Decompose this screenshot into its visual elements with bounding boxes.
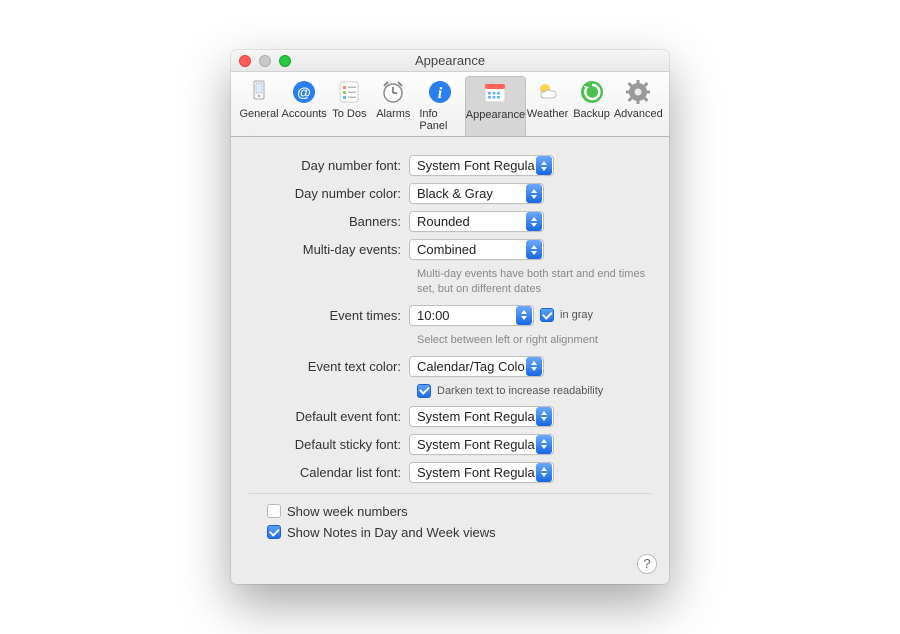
in-gray-checkbox-row[interactable]: in gray xyxy=(540,308,593,322)
show-week-numbers-label: Show week numbers xyxy=(287,504,408,519)
chevron-updown-icon xyxy=(536,463,552,482)
tab-advanced-label: Advanced xyxy=(614,108,663,120)
in-gray-label: in gray xyxy=(560,309,593,321)
default-event-font-select[interactable]: System Font Regular 12 xyxy=(409,406,554,427)
svg-text:@: @ xyxy=(297,84,311,100)
window-title: Appearance xyxy=(415,53,485,68)
multiday-hint: Multi-day events have both start and end… xyxy=(417,267,647,297)
day-number-color-select[interactable]: Black & Gray xyxy=(409,183,544,204)
tab-appearance[interactable]: Appearance xyxy=(465,76,525,136)
tab-backup-label: Backup xyxy=(573,108,610,120)
toolbar: General @ Accounts To Dos Alarms i Info … xyxy=(231,72,669,137)
multiday-label: Multi-day events: xyxy=(249,242,409,257)
show-week-numbers-row[interactable]: Show week numbers xyxy=(267,504,651,519)
chevron-updown-icon xyxy=(526,184,542,203)
show-notes-checkbox[interactable] xyxy=(267,525,281,539)
tab-general[interactable]: General xyxy=(237,76,281,136)
event-text-color-label: Event text color: xyxy=(249,359,409,374)
day-number-font-label: Day number font: xyxy=(249,158,409,173)
in-gray-checkbox[interactable] xyxy=(540,308,554,322)
tab-infopanel[interactable]: i Info Panel xyxy=(415,76,465,136)
tab-weather[interactable]: Weather xyxy=(526,76,570,136)
darken-text-checkbox[interactable] xyxy=(417,384,431,398)
default-event-font-label: Default event font: xyxy=(249,409,409,424)
event-times-label: Event times: xyxy=(249,308,409,323)
tab-appearance-label: Appearance xyxy=(466,109,525,121)
tab-general-label: General xyxy=(239,108,278,120)
close-button[interactable] xyxy=(239,55,251,67)
darken-text-label: Darken text to increase readability xyxy=(437,385,603,397)
content-pane: Day number font: System Font Regular 16 … xyxy=(231,137,669,584)
alarms-icon xyxy=(379,78,407,106)
general-icon xyxy=(245,78,273,106)
window-controls xyxy=(239,55,291,67)
chevron-updown-icon xyxy=(526,212,542,231)
appearance-icon xyxy=(481,79,509,107)
todos-icon xyxy=(335,78,363,106)
show-notes-row[interactable]: Show Notes in Day and Week views xyxy=(267,525,651,540)
accounts-icon: @ xyxy=(290,78,318,106)
event-times-select[interactable]: 10:00 xyxy=(409,305,534,326)
chevron-updown-icon xyxy=(536,435,552,454)
event-text-color-select[interactable]: Calendar/Tag Color xyxy=(409,356,544,377)
tab-alarms-label: Alarms xyxy=(376,108,410,120)
tab-weather-label: Weather xyxy=(527,108,568,120)
event-times-hint: Select between left or right alignment xyxy=(417,333,651,348)
help-button[interactable]: ? xyxy=(637,554,657,574)
preferences-window: Appearance General @ Accounts To Dos Ala… xyxy=(231,50,669,584)
chevron-updown-icon xyxy=(536,407,552,426)
default-sticky-font-label: Default sticky font: xyxy=(249,437,409,452)
tab-accounts-label: Accounts xyxy=(282,108,327,120)
info-icon: i xyxy=(426,78,454,106)
gear-icon xyxy=(624,78,652,106)
minimize-button[interactable] xyxy=(259,55,271,67)
tab-todos-label: To Dos xyxy=(332,108,366,120)
chevron-updown-icon xyxy=(516,306,532,325)
tab-accounts[interactable]: @ Accounts xyxy=(281,76,327,136)
day-number-color-label: Day number color: xyxy=(249,186,409,201)
calendar-list-font-select[interactable]: System Font Regular 13 xyxy=(409,462,554,483)
backup-icon xyxy=(578,78,606,106)
day-number-font-select[interactable]: System Font Regular 16 xyxy=(409,155,554,176)
chevron-updown-icon xyxy=(526,357,542,376)
titlebar: Appearance xyxy=(231,50,669,72)
tab-alarms[interactable]: Alarms xyxy=(371,76,415,136)
zoom-button[interactable] xyxy=(279,55,291,67)
weather-icon xyxy=(534,78,562,106)
svg-text:i: i xyxy=(438,85,443,102)
tab-todos[interactable]: To Dos xyxy=(327,76,371,136)
tab-infopanel-label: Info Panel xyxy=(419,108,461,132)
tab-advanced[interactable]: Advanced xyxy=(614,76,663,136)
show-notes-label: Show Notes in Day and Week views xyxy=(287,525,496,540)
banners-select[interactable]: Rounded xyxy=(409,211,544,232)
chevron-updown-icon xyxy=(526,240,542,259)
darken-text-row[interactable]: Darken text to increase readability xyxy=(417,384,651,398)
show-week-numbers-checkbox[interactable] xyxy=(267,504,281,518)
chevron-updown-icon xyxy=(536,156,552,175)
default-sticky-font-select[interactable]: System Font Regular 18 xyxy=(409,434,554,455)
calendar-list-font-label: Calendar list font: xyxy=(249,465,409,480)
tab-backup[interactable]: Backup xyxy=(570,76,614,136)
banners-label: Banners: xyxy=(249,214,409,229)
multiday-select[interactable]: Combined xyxy=(409,239,544,260)
divider xyxy=(249,493,651,494)
